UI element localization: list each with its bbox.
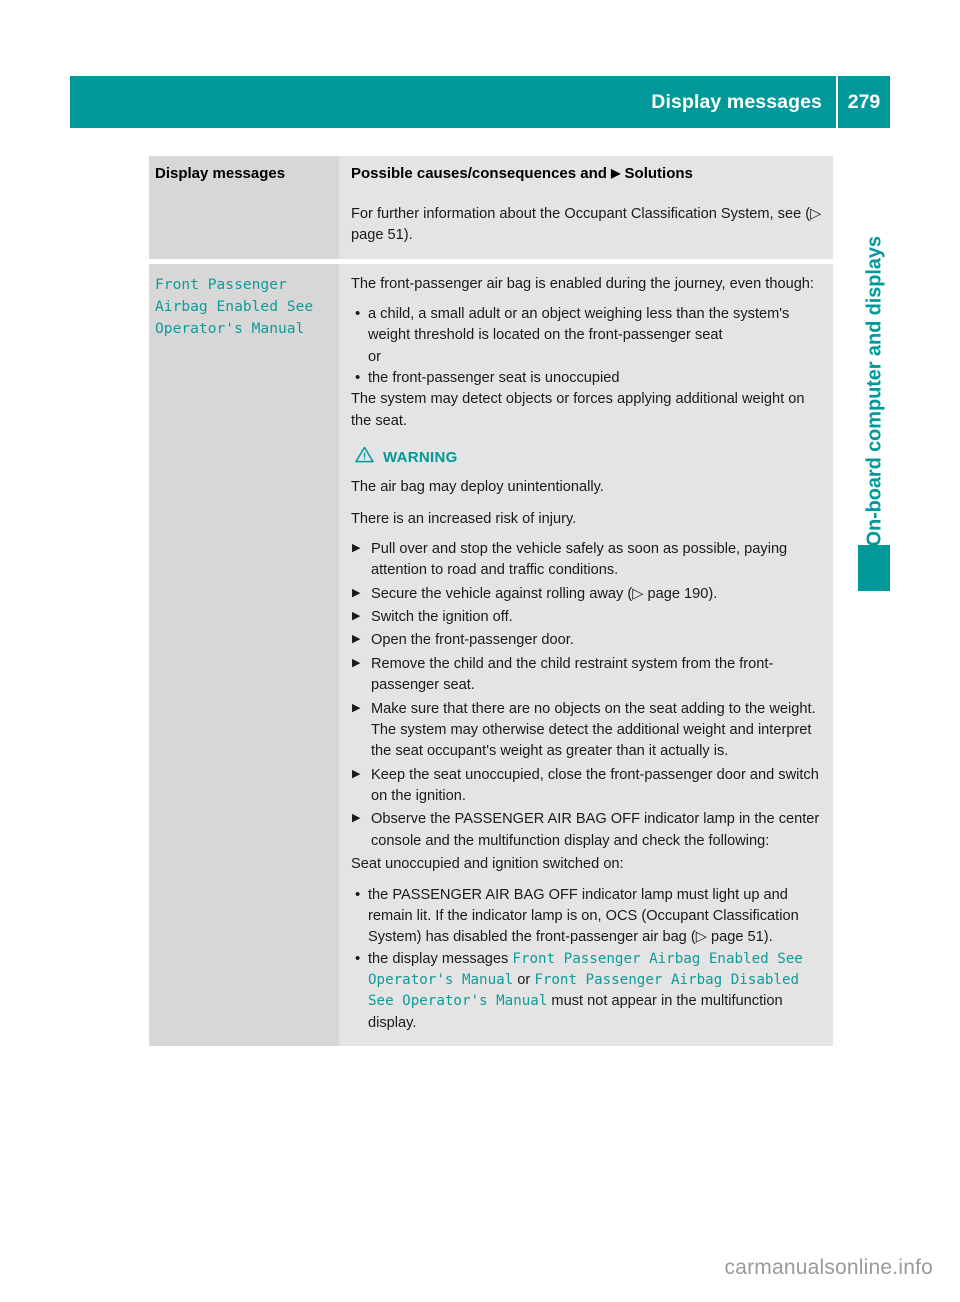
table-cell-message-empty [149,193,339,259]
warning-triangle-icon [355,446,374,468]
chapter-tab-marker [858,545,890,591]
list-item: Make sure that there are no objects on t… [351,699,825,763]
column-header-solutions: Possible causes/consequences and ▶ Solut… [351,165,825,184]
solid-right-triangle-icon: ▶ [611,166,621,180]
warning-line: There is an increased risk of injury. [351,510,577,527]
page-header-bar: Display messages 279 [70,76,890,128]
list-item: Open the front-passenger door. [351,630,825,651]
solution-after-bullets-text: The system may detect objects or forces … [351,391,805,429]
warning-check-list: the PASSENGER AIR BAG OFF indicator lamp… [351,883,825,1035]
cause-bullet-list: a child, a small adult or an object weig… [351,303,825,390]
list-item: Observe the PASSENGER AIR BAG OFF indica… [351,809,825,852]
list-item: Secure the vehicle against rolling away … [351,584,825,605]
column-header-solutions-prefix: Possible causes/consequences and [351,165,607,182]
table-header-row: Display messages Possible causes/consequ… [149,156,833,194]
warning-line: The air bag may deploy unintentionally. [351,479,604,496]
site-watermark: carmanualsonline.info [724,1256,933,1279]
warning-step-list: Pull over and stop the vehicle safely as… [351,539,825,852]
chapter-label: On-board computer and displays [863,236,886,547]
list-item-text: Make sure that there are no objects on t… [371,700,816,717]
list-item: Switch the ignition off. [351,607,825,628]
warning-label: WARNING [383,448,458,466]
column-header-display-messages: Display messages [155,165,286,182]
table-header-cell-messages: Display messages [149,156,339,194]
page-number: 279 [847,90,881,113]
solution-intro-text: For further information about the Occupa… [351,205,822,244]
warning-heading: WARNING [351,446,825,468]
display-message-text: Front Passenger Airbag Enabled See Opera… [155,275,314,337]
list-item: the display messages Front Passenger Air… [351,948,825,1035]
table-cell-message: Front Passenger Airbag Enabled See Opera… [149,263,339,1047]
list-item: the front-passenger seat is unoccupied [351,367,825,389]
list-item: a child, a small adult or an object weig… [351,303,825,347]
column-header-solutions-suffix: Solutions [624,165,693,182]
table-header-cell-solutions: Possible causes/consequences and ▶ Solut… [339,156,833,194]
list-item: Pull over and stop the vehicle safely as… [351,539,825,582]
page-title: Display messages [651,90,822,113]
check-prefix: the display messages [368,950,513,967]
warning-condition-text: Seat unoccupied and ignition switched on… [351,856,624,873]
list-item: the PASSENGER AIR BAG OFF indicator lamp… [351,883,825,949]
list-item: Remove the child and the child restraint… [351,654,825,697]
list-item: Keep the seat unoccupied, close the fron… [351,765,825,808]
solution-intro-text: The front-passenger air bag is enabled d… [351,275,814,292]
list-item-or: or [368,348,381,365]
table-row: For further information about the Occupa… [149,193,833,259]
check-conjunction: or [513,972,535,988]
table-cell-solution: For further information about the Occupa… [339,193,833,259]
table-row: Front Passenger Airbag Enabled See Opera… [149,263,833,1047]
display-messages-table: Display messages Possible causes/consequ… [149,156,833,1047]
table-cell-solution: The front-passenger air bag is enabled d… [339,263,833,1047]
list-item-subtext: The system may otherwise detect the addi… [371,721,812,760]
chapter-sidebar: On-board computer and displays [845,160,905,620]
